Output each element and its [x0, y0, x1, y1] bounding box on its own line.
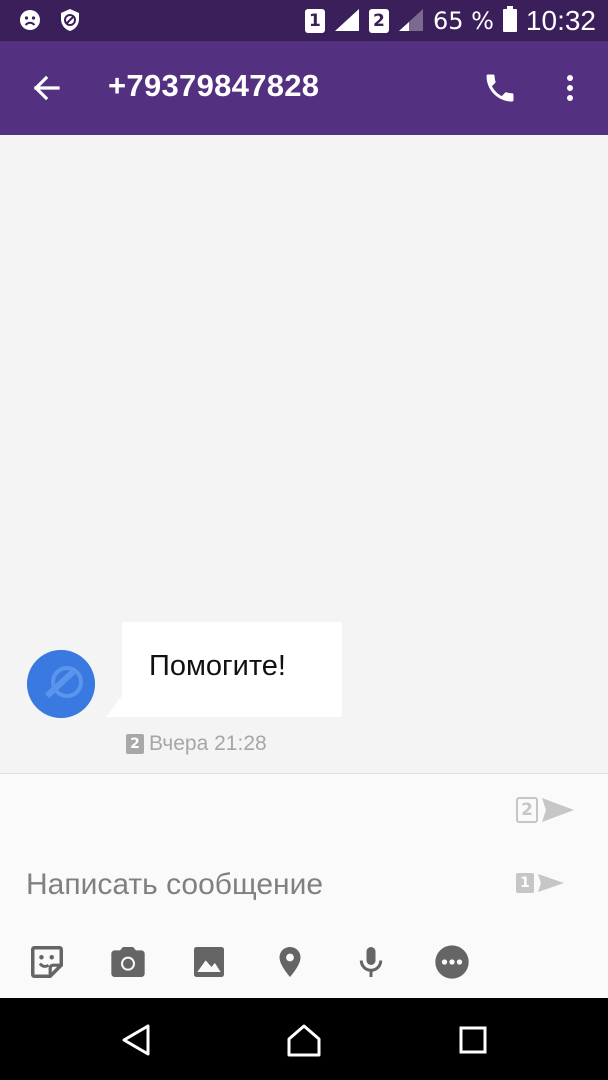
conversation-area[interactable]: Помогите! 2 Вчера 21:28: [0, 135, 608, 773]
overflow-menu-icon: [567, 75, 573, 101]
message-meta: 2 Вчера 21:28: [126, 732, 267, 756]
microphone-icon: [359, 947, 383, 977]
gallery-button[interactable]: [189, 942, 229, 982]
send-icon: [538, 874, 564, 892]
nav-home-button[interactable]: [284, 1020, 324, 1060]
camera-icon: [111, 947, 145, 977]
clock: 10:32: [525, 4, 596, 36]
call-button[interactable]: [482, 70, 518, 106]
sad-face-icon: [18, 8, 42, 36]
navigation-bar: [0, 998, 608, 1080]
back-arrow-icon: [33, 75, 60, 101]
battery-icon: [502, 5, 518, 36]
contact-title[interactable]: +79379847828: [108, 68, 319, 104]
send-icon: [542, 798, 574, 822]
app-bar: +79379847828: [0, 41, 608, 135]
location-button[interactable]: [270, 942, 310, 982]
nav-back-button[interactable]: [116, 1020, 156, 1060]
composer: 2 1: [0, 773, 608, 998]
send-sim2-button[interactable]: 2: [516, 796, 576, 824]
camera-button[interactable]: [108, 942, 148, 982]
sticker-button[interactable]: [27, 942, 67, 982]
overflow-menu-button[interactable]: [558, 70, 582, 106]
home-icon: [287, 1024, 321, 1057]
send-sim2-badge: 2: [516, 797, 538, 823]
status-bar: 1 2 65 % 10:32: [0, 0, 608, 41]
location-icon: [279, 947, 301, 977]
phone-icon: [486, 74, 514, 102]
nav-recents-button[interactable]: [453, 1020, 493, 1060]
more-button[interactable]: [432, 942, 472, 982]
message-bubble[interactable]: Помогите!: [122, 622, 342, 717]
image-icon: [194, 947, 224, 977]
back-triangle-icon: [122, 1024, 150, 1056]
voice-button[interactable]: [351, 942, 391, 982]
message-text: Помогите!: [149, 650, 286, 682]
message-time: Вчера 21:28: [149, 732, 267, 755]
signal-icon: [397, 7, 425, 35]
sticker-icon: [31, 946, 63, 978]
send-sim1-button[interactable]: 1: [516, 872, 566, 894]
more-icon: [435, 945, 469, 979]
sim2-badge: 2: [368, 8, 389, 33]
shield-block-icon: [58, 8, 82, 36]
message-input[interactable]: [26, 860, 496, 910]
attachment-toolbar: [0, 942, 608, 986]
signal-icon: [333, 7, 361, 35]
avatar[interactable]: [27, 650, 95, 718]
contact-avatar-icon: [27, 650, 95, 718]
back-button[interactable]: [28, 70, 64, 106]
message-sim-badge: 2: [126, 734, 144, 754]
recents-icon: [459, 1026, 487, 1054]
battery-percent: 65 %: [432, 6, 494, 35]
send-sim1-badge: 1: [516, 873, 534, 893]
sim1-badge: 1: [304, 8, 325, 33]
